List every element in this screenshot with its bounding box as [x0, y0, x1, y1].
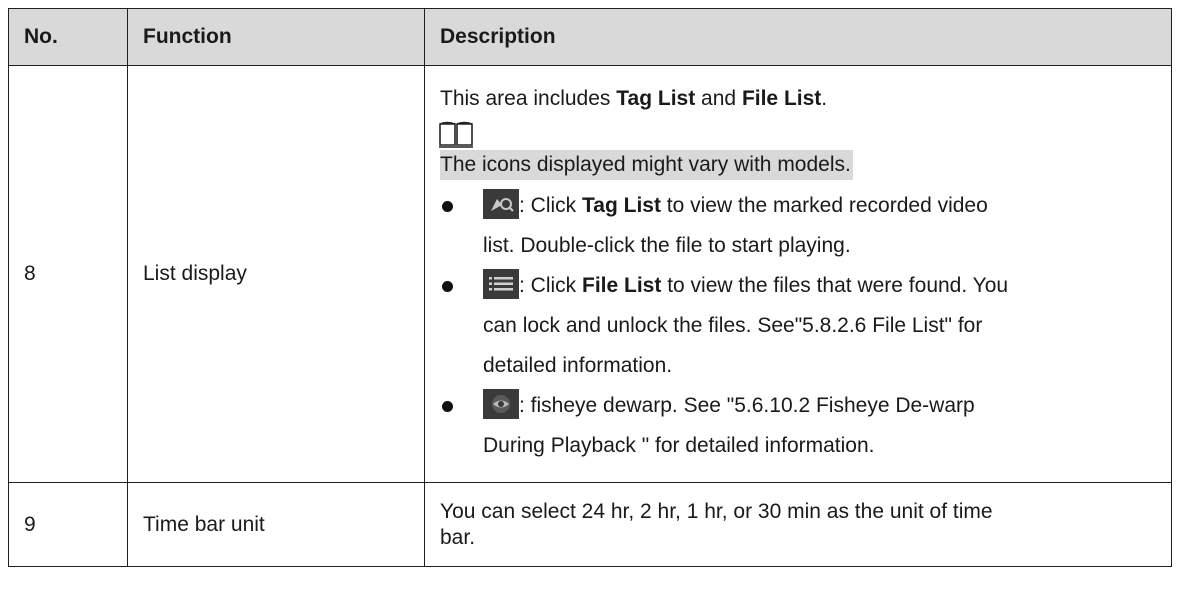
note-text: The icons displayed might vary with mode… — [440, 150, 853, 180]
function-description-table: No. Function Description 8 List display … — [8, 8, 1172, 567]
tag-search-icon — [483, 189, 519, 219]
row-number: 9 — [8, 482, 128, 567]
list-item: : fisheye dewarp. See "5.6.10.2 Fisheye … — [440, 386, 1156, 466]
intro-line: This area includes Tag List and File Lis… — [440, 87, 828, 110]
bullet — [442, 401, 453, 412]
header-function: Function — [127, 8, 425, 66]
list-item: : Click Tag List to view the marked reco… — [440, 186, 1156, 266]
fisheye-icon — [483, 389, 519, 419]
list-item: : Click File List to view the files that… — [440, 266, 1156, 386]
row-function: List display — [127, 65, 425, 483]
bullet — [442, 201, 453, 212]
header-row: No. Function Description — [8, 8, 1172, 66]
icon-list: : Click Tag List to view the marked reco… — [440, 186, 1156, 466]
header-no: No. — [8, 8, 128, 66]
table-row: 9 Time bar unit You can select 24 hr, 2 … — [8, 482, 1172, 567]
book-note-icon — [439, 121, 473, 148]
table-row: 8 List display This area includes Tag Li… — [8, 65, 1172, 483]
bullet — [442, 281, 453, 292]
row-description: You can select 24 hr, 2 hr, 1 hr, or 30 … — [424, 482, 1172, 567]
row-number: 8 — [8, 65, 128, 483]
file-list-icon — [483, 269, 519, 299]
header-description: Description — [424, 8, 1172, 66]
row-description: This area includes Tag List and File Lis… — [424, 65, 1172, 483]
row-function: Time bar unit — [127, 482, 425, 567]
